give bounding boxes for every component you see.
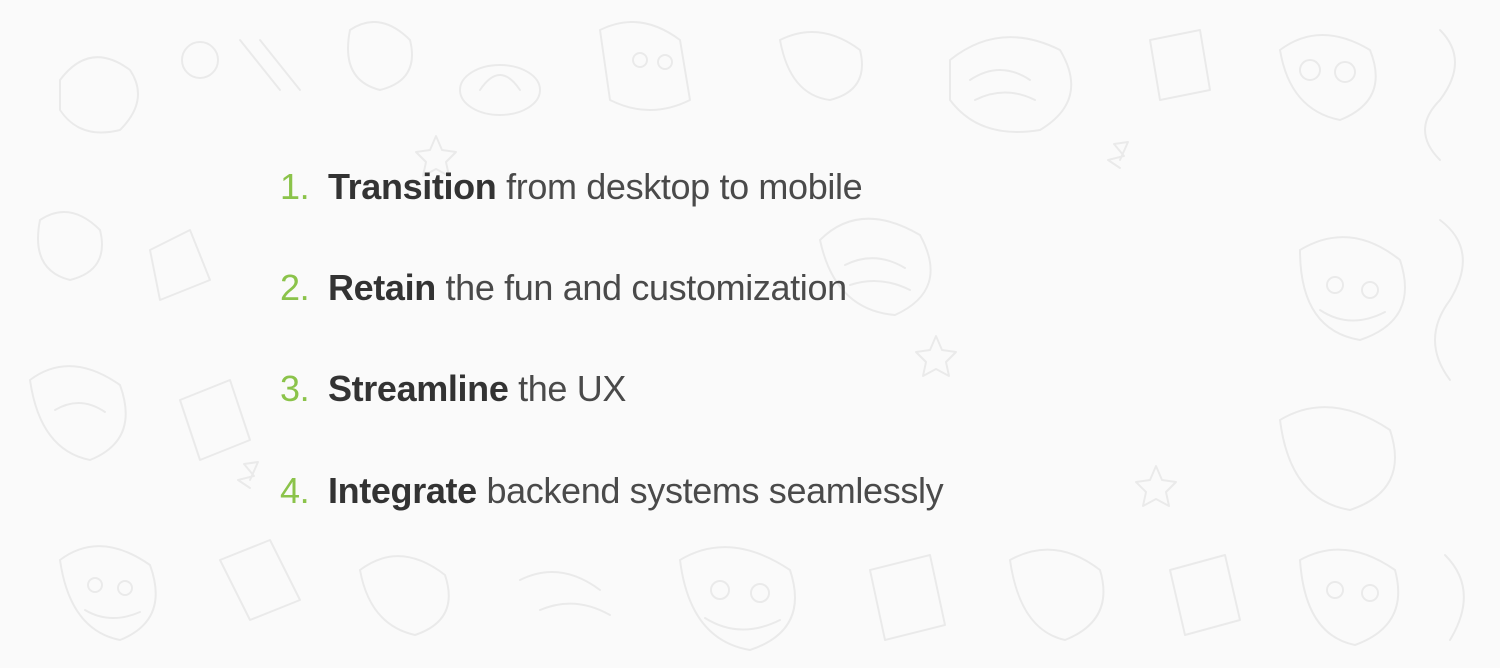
list-item: 3. Streamline the UX [280,367,1500,410]
item-number: 1. [280,165,314,208]
item-text: Streamline the UX [328,367,626,410]
item-bold: Streamline [328,368,508,409]
item-rest: backend systems seamlessly [477,470,943,511]
item-bold: Integrate [328,470,477,511]
list-item: 4. Integrate backend systems seamlessly [280,469,1500,512]
item-text: Integrate backend systems seamlessly [328,469,943,512]
item-bold: Transition [328,166,496,207]
list-item: 2. Retain the fun and customization [280,266,1500,309]
item-number: 4. [280,469,314,512]
item-bold: Retain [328,267,436,308]
item-rest: the UX [508,368,626,409]
item-number: 3. [280,367,314,410]
item-rest: from desktop to mobile [496,166,862,207]
list-item: 1. Transition from desktop to mobile [280,165,1500,208]
item-text: Transition from desktop to mobile [328,165,862,208]
item-number: 2. [280,266,314,309]
slide-content: 1. Transition from desktop to mobile 2. … [0,0,1500,512]
numbered-list: 1. Transition from desktop to mobile 2. … [280,165,1500,512]
item-text: Retain the fun and customization [328,266,847,309]
item-rest: the fun and customization [436,267,847,308]
